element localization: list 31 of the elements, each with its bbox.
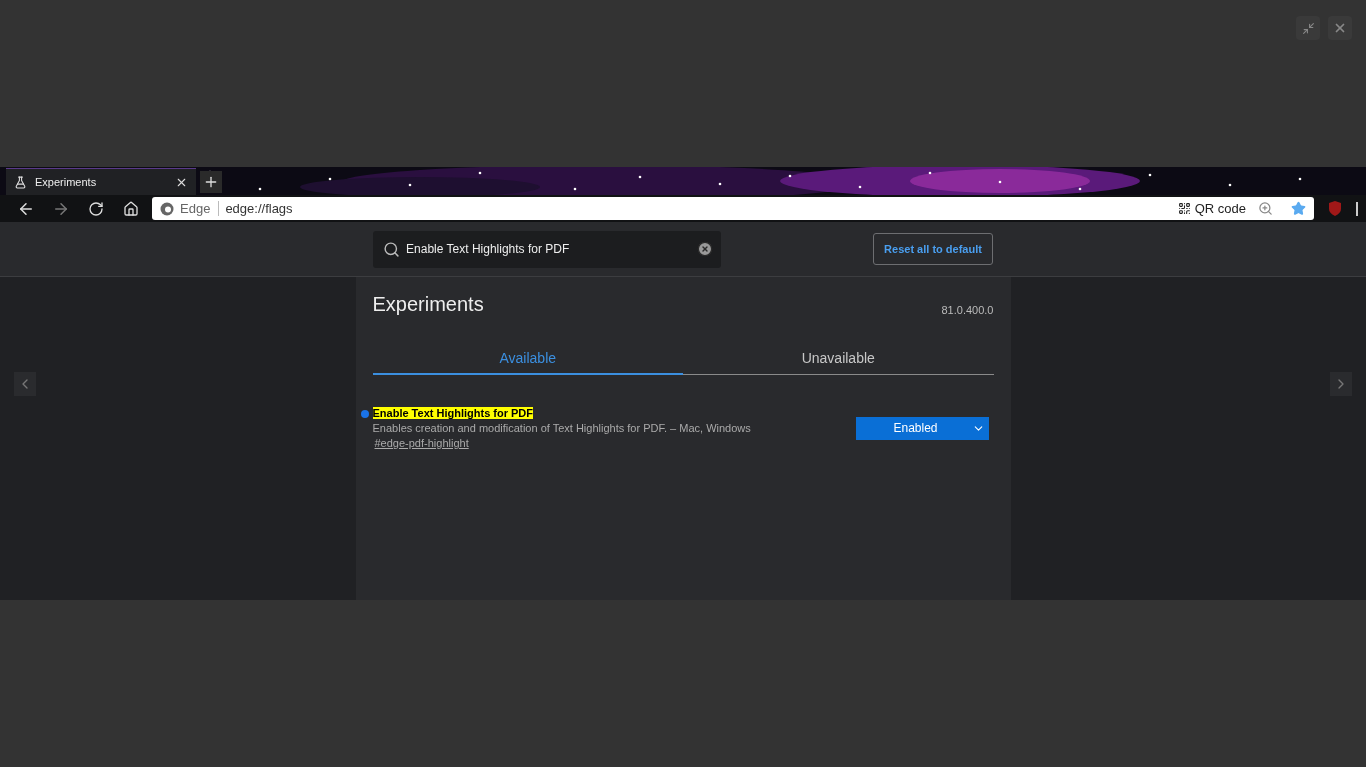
- url-text: edge://flags: [225, 201, 294, 216]
- search-field[interactable]: Enable Text Highlights for PDF: [373, 230, 722, 268]
- qr-code-icon: [1177, 202, 1191, 215]
- exit-fullscreen-button[interactable]: [1296, 16, 1320, 40]
- site-label: Edge: [180, 201, 220, 216]
- search-icon: [383, 240, 401, 258]
- new-tab-button[interactable]: [200, 171, 222, 193]
- plus-icon: [203, 174, 219, 190]
- page-title: Experiments: [372, 293, 484, 316]
- exit-fullscreen-icon: [1301, 21, 1315, 35]
- close-icon: [1333, 21, 1347, 35]
- shield-icon[interactable]: [1328, 201, 1342, 216]
- flag-description: Enables creation and modification of Text Highlights for PDF. – Mac, Windows: [372, 422, 751, 434]
- close-button[interactable]: [1328, 16, 1352, 40]
- tab[interactable]: Available: [372, 342, 683, 375]
- tab[interactable]: Unavailable: [683, 342, 994, 375]
- state-dropdown[interactable]: Enabled: [855, 416, 989, 440]
- tab-title: Experiments: [35, 176, 98, 188]
- flag-link[interactable]: #edge-pdf-highlight: [374, 437, 469, 449]
- browser-tab[interactable]: Experiments: [6, 168, 196, 195]
- zoom-icon[interactable]: [1258, 201, 1273, 216]
- refresh-icon: [87, 200, 104, 217]
- reset-button[interactable]: Reset all to default: [873, 233, 993, 265]
- address-bar[interactable]: Edge edge://flags QR code: [152, 197, 1314, 220]
- version-text: 81.0.400.0: [941, 304, 994, 316]
- flag-name: Enable Text Highlights for PDF: [372, 407, 534, 419]
- flask-icon: [14, 175, 27, 189]
- browser-logo-icon: [160, 201, 174, 216]
- home-icon: [122, 200, 139, 217]
- favorite-star-icon[interactable]: [1291, 201, 1306, 216]
- qr-code-button[interactable]: QR code: [1171, 201, 1252, 216]
